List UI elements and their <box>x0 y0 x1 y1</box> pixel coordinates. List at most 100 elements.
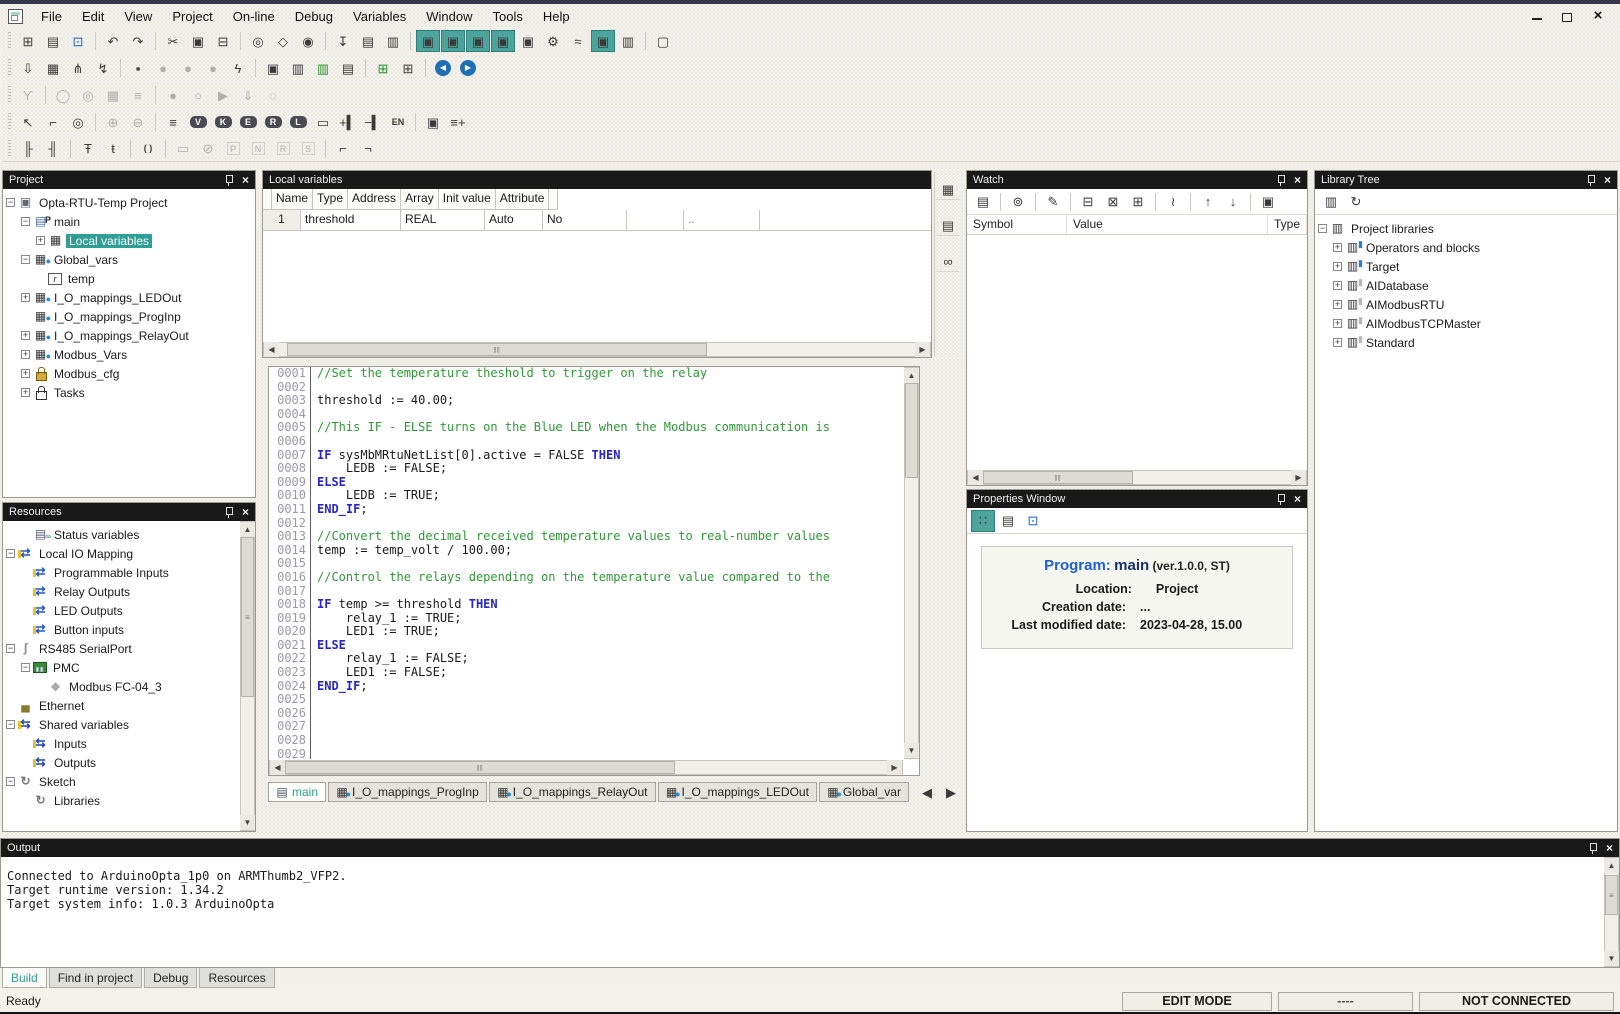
close-icon[interactable]: × <box>1294 494 1301 504</box>
add-expression-block-button[interactable]: E <box>236 111 260 133</box>
add-network-button[interactable]: ≡ <box>161 111 185 133</box>
tree-expand-toggle[interactable]: − <box>6 549 15 558</box>
decrease-pins-button[interactable]: −▍ <box>361 111 385 133</box>
insert-wire-button[interactable]: ¬ <box>356 138 380 160</box>
add-watch-item-button[interactable]: ✎ <box>1041 191 1065 213</box>
code-line[interactable]: 0013//Convert the decimal received tempe… <box>269 530 903 544</box>
code-line[interactable]: 0004 <box>269 408 903 422</box>
type-cell[interactable]: REAL <box>401 210 485 231</box>
tree-item[interactable]: − PMC <box>3 658 240 677</box>
select-tool-button[interactable]: ↖ <box>16 111 40 133</box>
tree-item[interactable]: + AIModbusRTU <box>1315 295 1617 314</box>
tree-expand-toggle[interactable]: − <box>21 217 30 226</box>
code-line[interactable]: 0016//Control the relays depending on th… <box>269 571 903 585</box>
toggle-properties-window-button[interactable]: ▣ <box>591 30 615 52</box>
close-icon[interactable]: × <box>1590 9 1606 23</box>
download-code-button[interactable]: ⇩ <box>16 57 40 79</box>
column-header[interactable]: Attribute <box>496 189 550 210</box>
close-icon[interactable]: × <box>1294 175 1301 185</box>
tree-expand-toggle[interactable]: + <box>21 388 30 397</box>
menu-item[interactable]: Project <box>162 7 222 26</box>
code-line[interactable]: 0002 <box>269 381 903 395</box>
quick-connect-button[interactable]: ↯ <box>91 57 115 79</box>
tree-item[interactable]: + Local variables <box>3 231 255 250</box>
import-objects-button[interactable]: ↧ <box>331 30 355 52</box>
add-constant-block-button[interactable]: K <box>211 111 235 133</box>
add-variable-block-button[interactable]: V <box>186 111 210 133</box>
editor-tab[interactable]: I_O_mappings_LEDOut <box>658 782 817 802</box>
pin-icon[interactable] <box>1586 174 1596 186</box>
copy-button[interactable]: ▣ <box>186 30 210 52</box>
restore-icon[interactable] <box>1560 9 1576 23</box>
rebuild-library-index-button[interactable]: ▥ <box>1319 191 1343 213</box>
scroll-up-icon[interactable]: ▲ <box>240 522 255 537</box>
row-number-cell[interactable]: 1 <box>263 210 301 231</box>
output-tab[interactable]: Build <box>2 968 47 988</box>
pin-icon[interactable] <box>1588 842 1598 854</box>
editor-tab[interactable]: main <box>268 782 326 802</box>
menu-item[interactable]: Variables <box>343 7 416 26</box>
variables-grid-button[interactable]: ▤ <box>336 57 360 79</box>
tabs-scroll-left-button[interactable]: ◀ <box>915 781 939 803</box>
scrollbar-thumb[interactable]: ⫾⫾ <box>983 471 1133 484</box>
column-header[interactable]: Address <box>348 189 401 210</box>
add-object-button[interactable]: ▣ <box>421 111 445 133</box>
tree-item[interactable]: + Modbus_cfg <box>3 364 255 383</box>
tree-expand-toggle[interactable]: + <box>21 331 30 340</box>
column-header[interactable] <box>549 189 558 210</box>
tree-expand-toggle[interactable]: + <box>1333 262 1342 271</box>
code-line[interactable]: 0025 <box>269 693 903 707</box>
close-icon[interactable]: × <box>242 175 249 185</box>
tree-expand-toggle[interactable]: + <box>36 236 45 245</box>
column-header[interactable]: Symbol <box>967 215 1067 234</box>
toggle-resources-window-button[interactable]: ▣ <box>491 30 515 52</box>
column-header[interactable]: Name <box>272 189 313 210</box>
pin-icon[interactable] <box>1276 493 1286 505</box>
scroll-right-icon[interactable]: ▶ <box>1291 470 1306 485</box>
resources-scrollbar[interactable]: ▲ ≡ ▼ <box>240 521 255 831</box>
delete-record-button[interactable]: ⊞ <box>396 57 420 79</box>
tree-expand-toggle[interactable]: + <box>1333 281 1342 290</box>
code-line[interactable]: 0019 relay_1 := TRUE; <box>269 612 903 626</box>
open-project-button[interactable]: ▤ <box>41 30 65 52</box>
code-line[interactable]: 0020 LED1 := TRUE; <box>269 625 903 639</box>
code-line[interactable]: 0017 <box>269 585 903 599</box>
add-library-button[interactable]: ▥ <box>311 57 335 79</box>
watch-hscrollbar[interactable]: ◀ ⫾⫾ ▶ <box>967 470 1307 485</box>
print-button[interactable]: ▤ <box>356 30 380 52</box>
undo-button[interactable]: ↶ <box>101 30 125 52</box>
tree-expand-toggle[interactable]: + <box>1333 338 1342 347</box>
scrollbar-track[interactable]: ≡ <box>1605 873 1618 951</box>
tree-expand-toggle[interactable]: + <box>1333 243 1342 252</box>
column-header[interactable] <box>263 189 272 210</box>
tree-expand-toggle[interactable]: − <box>21 663 30 672</box>
zoom-tool-button[interactable]: ◎ <box>66 111 90 133</box>
tree-item[interactable]: Modbus FC-04_3 <box>3 677 240 696</box>
insert-parentheses-button[interactable]: ( ) <box>136 138 160 160</box>
code-line[interactable]: 0029 <box>269 748 903 759</box>
toggle-code-window-button[interactable]: ▣ <box>441 30 465 52</box>
menu-item[interactable]: Help <box>533 7 580 26</box>
hot-restart-button[interactable]: ϟ <box>226 57 250 79</box>
code-line[interactable]: 0010 LEDB := TRUE; <box>269 489 903 503</box>
tree-item[interactable]: Status variables <box>3 525 240 544</box>
scroll-down-icon[interactable]: ▼ <box>904 743 919 758</box>
editor-tab[interactable]: I_O_mappings_RelayOut <box>489 782 656 802</box>
new-watch-window-button[interactable]: ⊞ <box>1126 191 1150 213</box>
find-variable-button[interactable]: ∞ <box>936 250 960 272</box>
scroll-right-icon[interactable]: ▶ <box>915 342 930 357</box>
tree-item[interactable]: − Opta-RTU-Temp Project <box>3 193 255 212</box>
code-line[interactable]: 0021ELSE <box>269 639 903 653</box>
insert-contact-top-button[interactable]: Ŧ <box>76 138 100 160</box>
stop-button[interactable]: ▪ <box>126 57 150 79</box>
tree-expand-toggle[interactable]: − <box>6 777 15 786</box>
tree-expand-toggle[interactable]: + <box>21 369 30 378</box>
tree-item[interactable]: Programmable Inputs <box>3 563 240 582</box>
tree-item[interactable]: + I_O_mappings_RelayOut <box>3 326 255 345</box>
library-manager-button[interactable]: ▥ <box>286 57 310 79</box>
code-line[interactable]: 0006 <box>269 435 903 449</box>
toggle-properties-view-button[interactable]: ∷ <box>971 510 995 532</box>
record-view-button[interactable]: ▤ <box>936 214 960 236</box>
clear-watch-button[interactable]: ≀ <box>1161 191 1185 213</box>
toggle-oscilloscope-window-button[interactable]: ≈ <box>566 30 590 52</box>
